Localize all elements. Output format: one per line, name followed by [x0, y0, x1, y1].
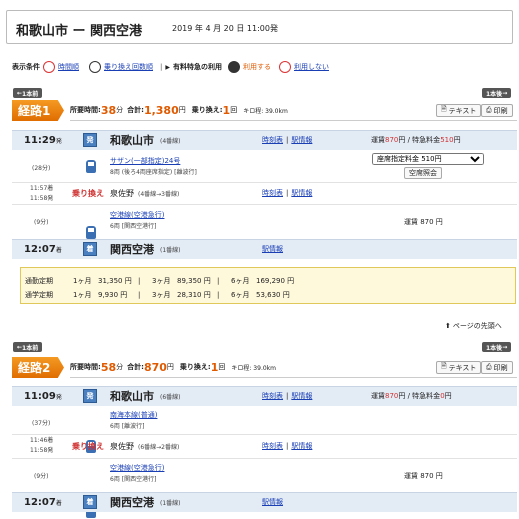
- route1-seg2-cars: 6両 [関西空港行]: [110, 223, 157, 230]
- station-info-link[interactable]: 駅情報: [262, 497, 283, 507]
- page-title: 和歌山市 ー 関西空港: [16, 24, 143, 39]
- arrival-badge-icon: 着: [83, 495, 97, 509]
- route2-duration: 58: [100, 360, 117, 374]
- station-info-link[interactable]: 駅情報: [291, 391, 312, 401]
- express-use-option[interactable]: 利用する: [243, 62, 271, 72]
- page-top-link[interactable]: ⬆ ページの先頭へ: [445, 321, 502, 331]
- route2-seg1-duration: (37分): [32, 420, 51, 427]
- timetable-link[interactable]: 時刻表: [262, 188, 283, 198]
- route2-departure-time: 11:09 発: [24, 390, 62, 402]
- commute-row-school: 通学定期 1ヶ月 9,930 円 | 3ヶ月 28,310 円 | 6ヶ月 53…: [25, 291, 290, 299]
- route2-seg2-fare: 運賃 870 円: [404, 472, 443, 480]
- right-arrow-icon: →: [502, 343, 508, 351]
- route1-header: 経路1 所要時間: 38 分 合計: 1,380 円 乗り換え: 1 回 キロ程…: [12, 100, 517, 122]
- departure-badge-icon: 発: [83, 389, 97, 403]
- route1-print-button[interactable]: ⎙ 印刷: [481, 104, 513, 117]
- arrival-badge-icon: 着: [83, 242, 97, 256]
- route2-transfer-station-name[interactable]: 泉佐野: [110, 441, 134, 452]
- route1-fare-line: 運賃 870 円 / 特急料金 510 円: [371, 136, 461, 144]
- route1-seg1-cars: 8両 (後ろ4両座席指定) [離波行]: [110, 169, 197, 176]
- express-label: 有料特急の利用: [172, 63, 222, 71]
- route1-transfer-times: 11:57着 11:58発: [30, 185, 54, 202]
- printer-icon: ⎙: [486, 363, 492, 371]
- up-arrow-icon: ⬆: [445, 322, 451, 330]
- document-icon: 🗎: [441, 105, 447, 113]
- route2-seg1-cars: 6両 [離波行]: [110, 423, 145, 430]
- route1-departure-time: 11:29 発: [24, 134, 62, 146]
- route1-seg1-duration: (28分): [32, 165, 51, 172]
- station-info-link[interactable]: 駅情報: [291, 188, 312, 198]
- departure-badge-icon: 発: [83, 133, 97, 147]
- route1-label: 経路1: [12, 100, 64, 121]
- route2-dep-station-name[interactable]: 和歌山市: [110, 388, 154, 404]
- route2-arr-station-name[interactable]: 関西空港: [110, 494, 154, 510]
- route2-seg2-train-link[interactable]: 空港線(空港急行): [110, 463, 164, 473]
- sort-by-time-link[interactable]: 時間順: [58, 62, 79, 72]
- route2-text-button[interactable]: 🗎 テキスト: [436, 361, 482, 374]
- route2-seg1-train-link[interactable]: 南海本線(普通): [110, 410, 157, 420]
- route1-departure-station: 和歌山市 (4番線): [110, 132, 181, 148]
- search-datetime: 2019 年 4 月 20 日 11:00発: [172, 24, 278, 33]
- route1-duration: 38: [100, 103, 117, 117]
- commuter-pass-table: 通勤定期 1ヶ月 31,350 円 | 3ヶ月 89,350 円 | 6ヶ月 1…: [20, 267, 516, 304]
- express-nouse-link[interactable]: 利用しない: [294, 62, 329, 72]
- route2-transfer-label: 乗り換え: [72, 441, 104, 451]
- route1-transfers: 1: [222, 103, 231, 117]
- route1-transfer-label: 乗り換え: [72, 188, 104, 198]
- prev-train-button[interactable]: ← 1本前: [13, 88, 43, 98]
- route1-seg2-fare: 運賃 870 円: [404, 218, 443, 226]
- route2-distance: キロ程: 39.0km: [231, 364, 276, 372]
- display-conditions: 表示条件 時間順 乗り換え回数順 | ▶ 有料特急の利用 利用する 利用しない: [12, 60, 332, 74]
- no-express-icon: [278, 61, 291, 73]
- right-arrow-icon: →: [502, 89, 508, 97]
- route2-print-button[interactable]: ⎙ 印刷: [481, 361, 513, 374]
- seat-inquiry-button[interactable]: 空席照会: [404, 167, 442, 179]
- conditions-label: 表示条件: [12, 63, 40, 71]
- train-icon: [86, 160, 96, 173]
- route1-distance: キロ程: 39.0km: [243, 107, 288, 115]
- train-icon: [86, 226, 96, 239]
- route2-transfer-times: 11:46着 11:58発: [30, 437, 54, 454]
- clock-icon: [43, 61, 55, 73]
- document-icon: 🗎: [441, 362, 447, 370]
- station-info-link[interactable]: 駅情報: [291, 135, 312, 145]
- route1-arrival-time: 12:07 着: [24, 243, 62, 255]
- timetable-link[interactable]: 時刻表: [262, 441, 283, 451]
- express-icon: [227, 61, 240, 73]
- route1-total-fare: 1,380: [143, 103, 179, 117]
- station-info-link[interactable]: 駅情報: [291, 441, 312, 451]
- route2-arrival-time: 12:07 着: [24, 496, 62, 508]
- timetable-link[interactable]: 時刻表: [262, 391, 283, 401]
- route2-total-fare: 870: [143, 360, 167, 374]
- prev-train-button[interactable]: ← 1本前: [13, 342, 43, 352]
- route2-seg2-cars: 6両 [関西空港行]: [110, 476, 157, 483]
- route2-transfers: 1: [210, 360, 219, 374]
- station-info-link[interactable]: 駅情報: [262, 244, 283, 254]
- route1-transfer-station-name[interactable]: 泉佐野: [110, 188, 134, 199]
- route2-seg2-duration: (9分): [34, 473, 49, 480]
- next-train-button[interactable]: 1本後 →: [482, 342, 512, 352]
- sort-by-transfers-link[interactable]: 乗り換え回数順: [104, 62, 153, 72]
- route1-arr-station-name[interactable]: 関西空港: [110, 241, 154, 257]
- commute-row-work: 通勤定期 1ヶ月 31,350 円 | 3ヶ月 89,350 円 | 6ヶ月 1…: [25, 277, 295, 285]
- route1-seg1-train-link[interactable]: サザン(一部指定)24号: [110, 156, 180, 166]
- route1-dep-station-name[interactable]: 和歌山市: [110, 132, 154, 148]
- route1-seg2-train-link[interactable]: 空港線(空港急行): [110, 210, 164, 220]
- route1-seg2-duration: (9分): [34, 219, 49, 226]
- seat-fee-select[interactable]: 座席指定料金 510円: [372, 153, 484, 165]
- timetable-link[interactable]: 時刻表: [262, 135, 283, 145]
- printer-icon: ⎙: [486, 106, 492, 114]
- triangle-icon: ▶: [165, 63, 170, 71]
- route2-label: 経路2: [12, 357, 64, 378]
- next-train-button[interactable]: 1本後 →: [482, 88, 512, 98]
- separator: |: [160, 63, 163, 71]
- route2-fare-line: 運賃 870 円 / 特急料金 0 円: [371, 392, 452, 400]
- walking-person-icon: [89, 61, 101, 73]
- route1-transfer-station: 泉佐野 (4番線→3番線): [110, 188, 180, 199]
- route1-text-button[interactable]: 🗎 テキスト: [436, 104, 482, 117]
- route1-dep-links: 時刻表 | 駅情報: [262, 135, 313, 145]
- route2-header: 経路2 所要時間: 58 分 合計: 870 円 乗り換え: 1 回 キロ程: …: [12, 357, 517, 379]
